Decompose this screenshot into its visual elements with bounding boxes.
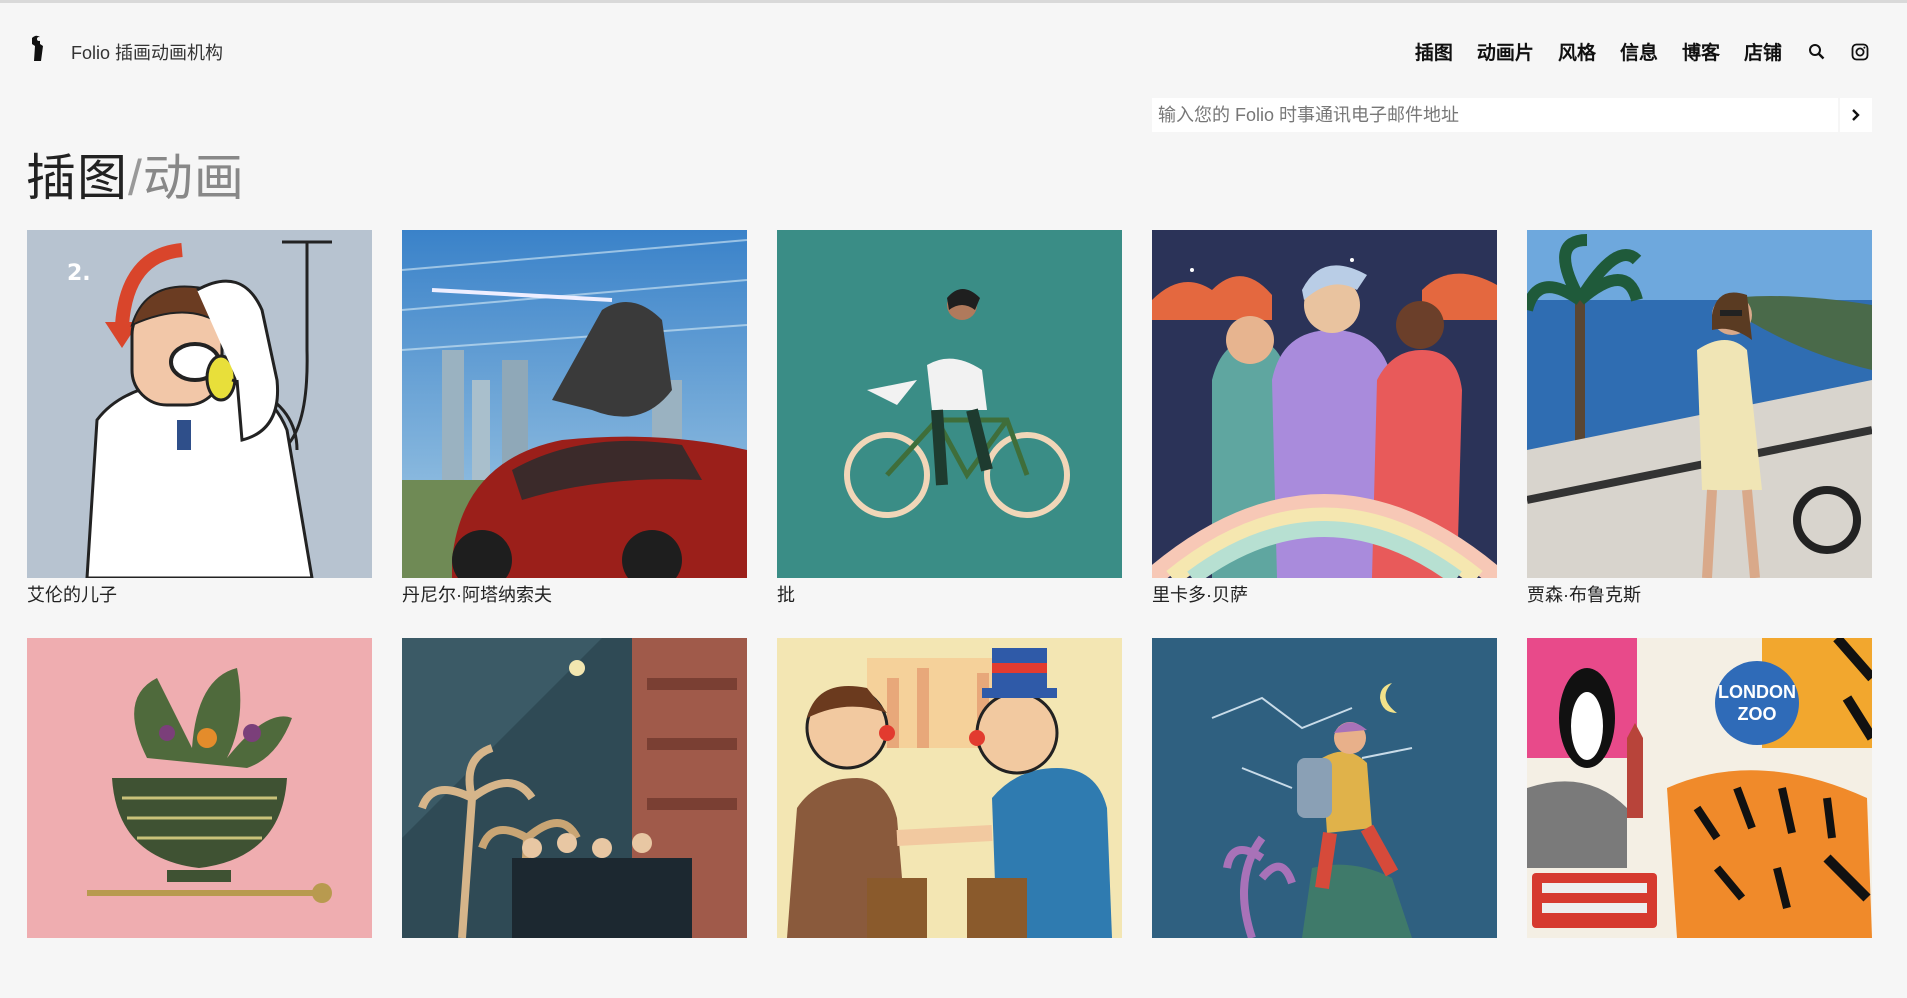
- artist-card[interactable]: 贾森·布鲁克斯: [1527, 230, 1872, 638]
- artist-card[interactable]: 丹尼尔·阿塔纳索夫: [402, 230, 747, 638]
- title-separator: /: [128, 150, 143, 206]
- artist-card[interactable]: [1152, 638, 1497, 998]
- instagram-icon[interactable]: [1851, 43, 1869, 61]
- artist-name: 贾森·布鲁克斯: [1527, 585, 1641, 605]
- artist-card[interactable]: 里卡多·贝萨: [1152, 230, 1497, 638]
- artwork-night-party: [402, 638, 747, 938]
- nav-item-illustration[interactable]: 插图: [1415, 38, 1453, 65]
- artwork-handshake: [777, 638, 1122, 938]
- artwork-salad-bowl: [27, 638, 372, 938]
- newsletter-email-input[interactable]: [1152, 98, 1838, 132]
- artist-name: [402, 938, 747, 998]
- top-border: [0, 0, 1907, 3]
- newsletter-submit-button[interactable]: [1840, 98, 1872, 132]
- search-icon[interactable]: [1808, 43, 1825, 60]
- artist-card[interactable]: LONDON ZOO: [1527, 638, 1872, 998]
- london-zoo-line2: ZOO: [1738, 704, 1777, 724]
- artwork-cyclist: [777, 230, 1122, 578]
- nav-item-style[interactable]: 风格: [1558, 38, 1596, 65]
- title-illustration[interactable]: 插图: [26, 150, 128, 206]
- artist-card[interactable]: 2. 艾伦的儿子: [27, 230, 372, 638]
- title-animation[interactable]: 动画: [143, 150, 245, 206]
- artist-name: [1527, 938, 1872, 998]
- artist-name: [777, 938, 1122, 998]
- page-title: 插图/动画: [26, 138, 245, 210]
- artist-card[interactable]: 批: [777, 230, 1122, 638]
- artist-name: 艾伦的儿子: [27, 585, 117, 605]
- folio-logo-icon: [32, 35, 43, 61]
- newsletter-form: [1152, 98, 1872, 132]
- artist-name: [1152, 938, 1497, 998]
- nav-item-animation[interactable]: 动画片: [1477, 38, 1534, 65]
- brand-name[interactable]: Folio 插画动画机构: [71, 39, 223, 65]
- artist-card[interactable]: [402, 638, 747, 998]
- nav-item-info[interactable]: 信息: [1620, 38, 1658, 65]
- artwork-riviera-woman: [1527, 230, 1872, 578]
- artist-name: [27, 938, 372, 998]
- svg-text:2.: 2.: [67, 261, 91, 286]
- nav-item-shop[interactable]: 店铺: [1744, 38, 1782, 65]
- chevron-right-icon: [1852, 109, 1860, 121]
- artist-name: 里卡多·贝萨: [1152, 585, 1248, 605]
- brand-logo[interactable]: [28, 34, 46, 62]
- london-zoo-line1: LONDON: [1718, 682, 1796, 702]
- main-nav: 插图 动画片 风格 信息 博客 店铺: [1391, 38, 1869, 65]
- artist-card[interactable]: [27, 638, 372, 998]
- artwork-gas-mask-man: 2.: [27, 230, 372, 578]
- artist-gallery: 2. 艾伦的儿子 丹尼尔·阿塔纳索夫 批 里卡多·贝萨 贾森·布鲁克斯 LOND…: [27, 230, 1872, 998]
- nav-item-blog[interactable]: 博客: [1682, 38, 1720, 65]
- artist-name: 丹尼尔·阿塔纳索夫: [402, 585, 552, 605]
- artwork-london-zoo: LONDON ZOO: [1527, 638, 1872, 938]
- artist-name: 批: [777, 585, 795, 605]
- artist-card[interactable]: [777, 638, 1122, 998]
- artwork-car-warrior: [402, 230, 747, 578]
- artwork-rainbow-friends: [1152, 230, 1497, 578]
- artwork-hiker-night: [1152, 638, 1497, 938]
